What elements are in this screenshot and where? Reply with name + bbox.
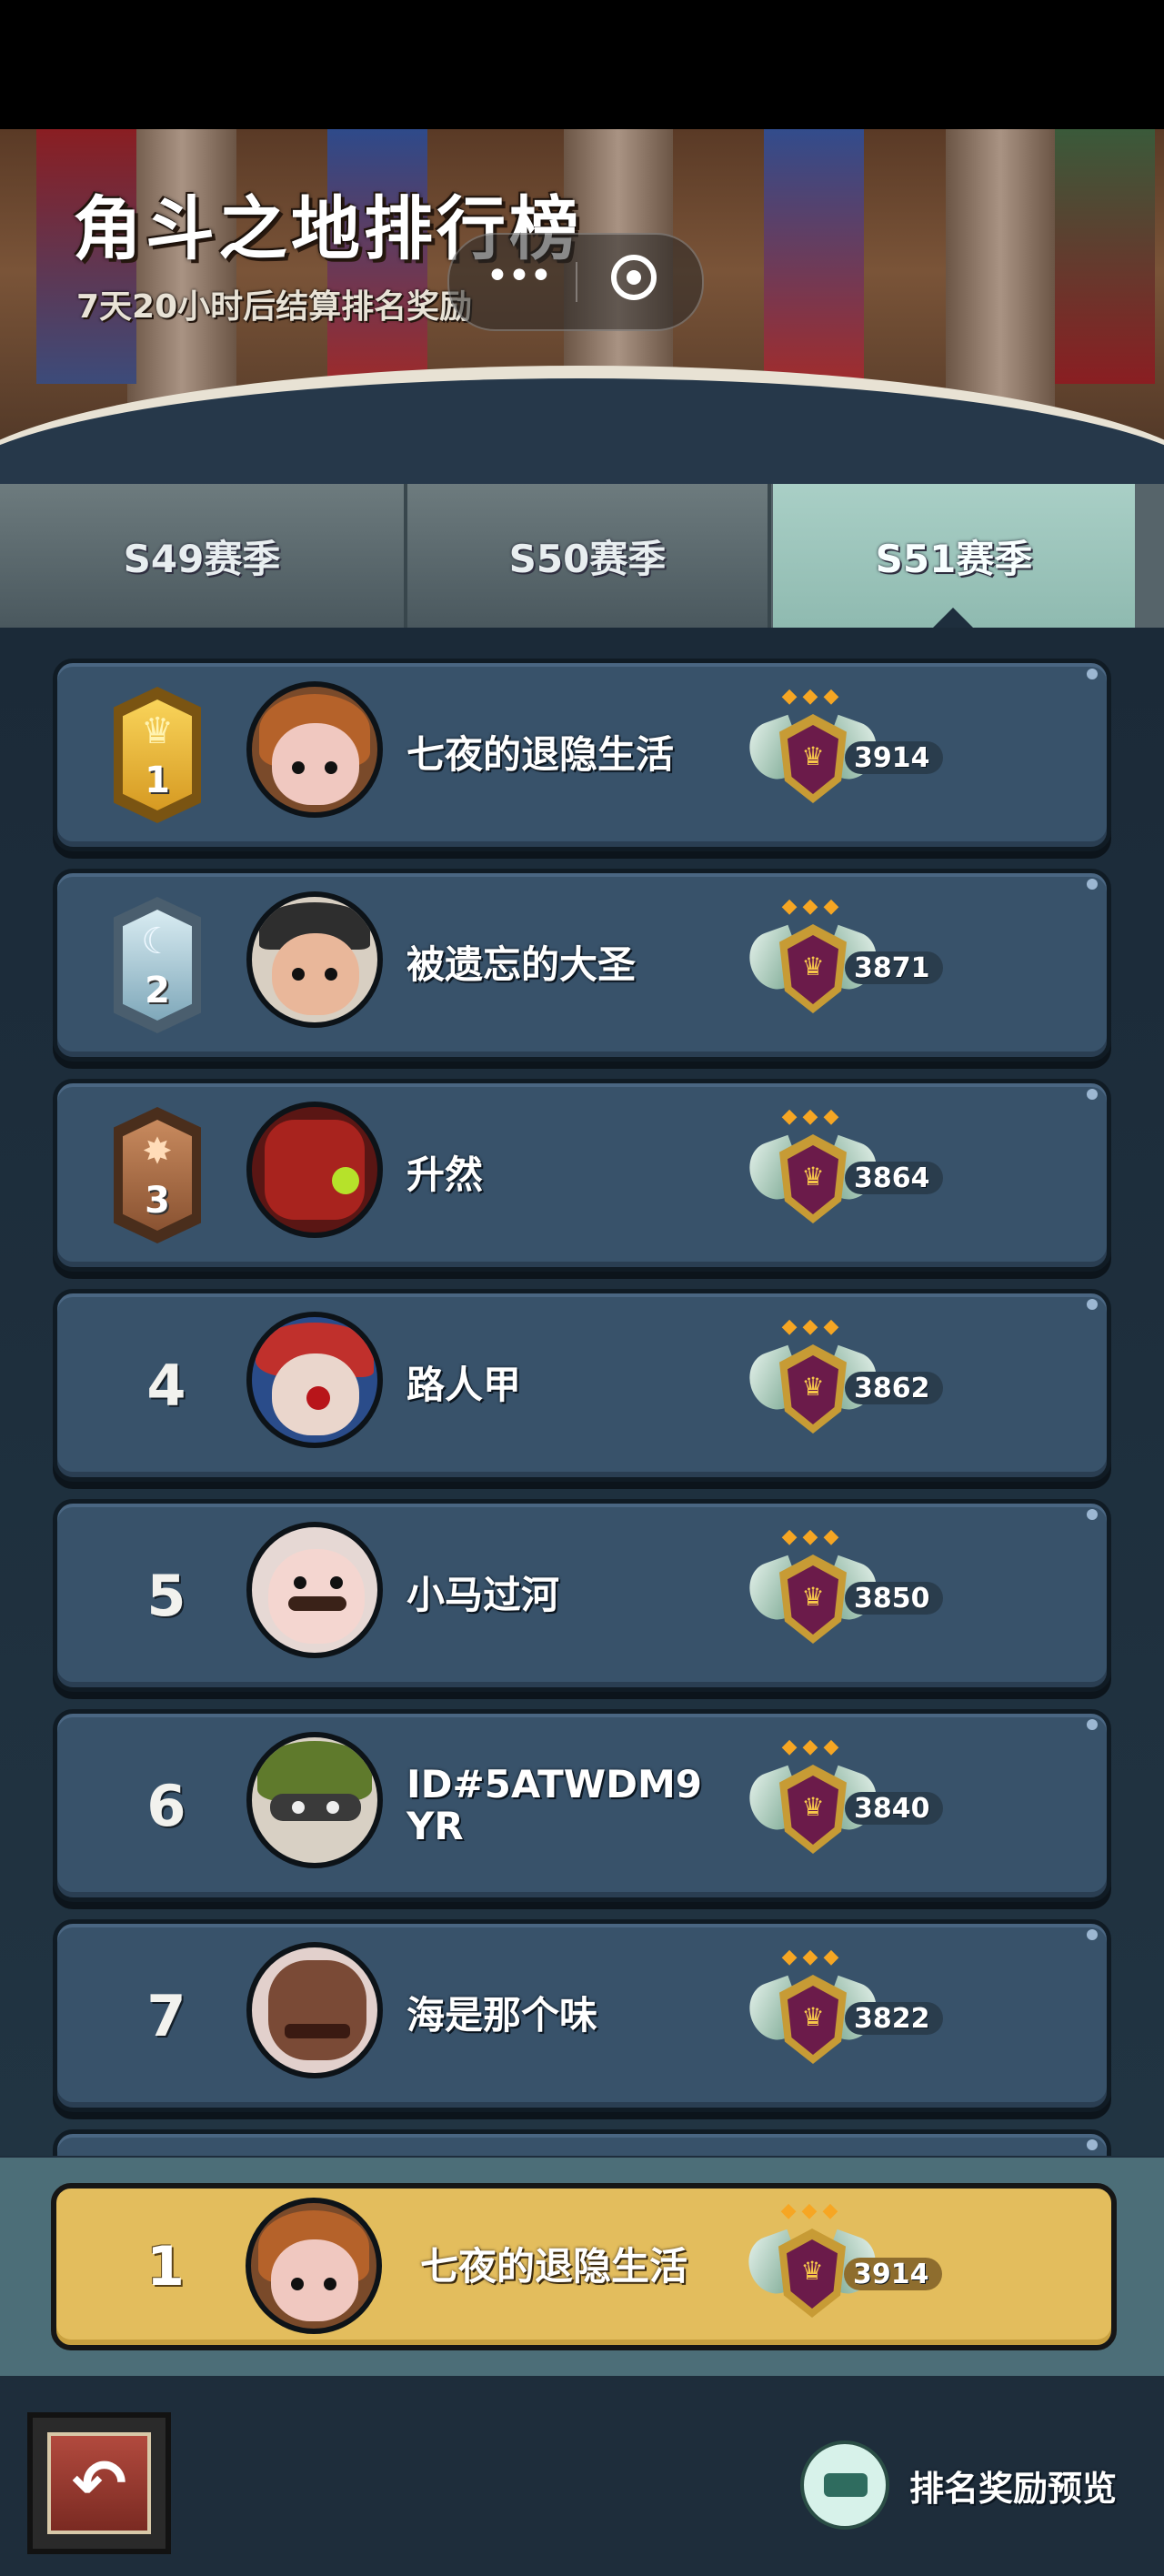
crown-icon: ♛: [801, 2002, 825, 2032]
rank-number: 7: [146, 1982, 186, 2049]
score-value: 3871: [845, 951, 943, 984]
silver-moon-badge: ☾ 2: [114, 897, 201, 1033]
my-player-name: 七夜的退隐生活: [420, 2244, 688, 2289]
ranking-row[interactable]: 6 ID#5ATWDM9YR ◆◆◆ ♛ 3840: [53, 1709, 1111, 1902]
miniprogram-capsule: •••: [447, 233, 704, 331]
corner-dot: [1087, 879, 1098, 890]
corner-dot: [1087, 2139, 1098, 2150]
score-value: 3822: [845, 2002, 943, 2035]
corner-dot: [1087, 1299, 1098, 1310]
crown-icon: ♛: [801, 1582, 825, 1612]
player-name: 被遗忘的大圣: [406, 942, 637, 987]
crown-icon: ♛: [800, 2256, 824, 2286]
reward-preview-button[interactable]: 排名奖励预览: [800, 2440, 1128, 2531]
player-name: 海是那个味: [406, 1993, 598, 2038]
ranking-list[interactable]: ♛ 1 七夜的退隐生活 ◆◆◆ ♛ 3914 ☾ 2 被遗忘的大圣 ◆◆◆ ♛ …: [0, 628, 1164, 2156]
rank-number: 1: [145, 760, 170, 801]
avatar[interactable]: [246, 1732, 383, 1868]
settlement-countdown: 7天20小时后结算排名奖励: [76, 288, 473, 326]
gold-crown-badge: ♛ 1: [114, 687, 201, 823]
star-icon: ◆◆◆: [781, 1315, 845, 1338]
capsule-divider: [576, 262, 577, 302]
target-circle-icon[interactable]: [611, 255, 657, 300]
tab-s49[interactable]: S49赛季: [0, 484, 407, 628]
player-name: 七夜的退隐生活: [406, 732, 675, 777]
corner-dot: [1087, 1509, 1098, 1520]
rank-number: 4: [146, 1352, 186, 1419]
back-arrow-icon: ↶: [47, 2432, 151, 2534]
status-bar: [0, 0, 1164, 129]
ranking-row[interactable]: ✸ 3 升然 ◆◆◆ ♛ 3864: [53, 1079, 1111, 1272]
my-rank-number: 1: [146, 2235, 185, 2299]
banner-flag: [1055, 129, 1155, 384]
rank-number: 3: [145, 1180, 170, 1222]
avatar[interactable]: [246, 1312, 383, 1448]
avatar[interactable]: [246, 1942, 383, 2078]
crown-icon: ♛: [801, 1372, 825, 1402]
star-icon: ✸: [142, 1131, 173, 1172]
corner-dot: [1087, 1089, 1098, 1100]
score-value: 3840: [845, 1792, 943, 1825]
rank-number: 2: [145, 970, 170, 1011]
star-icon: ◆◆◆: [780, 2199, 844, 2222]
season-tabs: S49赛季 S50赛季 S51赛季: [0, 484, 1164, 628]
more-dots-icon[interactable]: •••: [486, 257, 553, 297]
avatar[interactable]: [246, 891, 383, 1028]
avatar[interactable]: [246, 1102, 383, 1238]
score-value: 3850: [845, 1582, 943, 1615]
tab-s50[interactable]: S50赛季: [407, 484, 771, 628]
player-name: ID#5ATWDM9YR: [406, 1762, 703, 1848]
bronze-star-badge: ✸ 3: [114, 1107, 201, 1243]
player-name: 升然: [406, 1152, 484, 1197]
star-icon: ◆◆◆: [781, 685, 845, 708]
player-name: 路人甲: [406, 1363, 522, 1407]
score-value: 3862: [845, 1372, 943, 1404]
my-avatar[interactable]: [246, 2198, 382, 2334]
score-value: 3864: [845, 1162, 943, 1194]
star-icon: ◆◆◆: [781, 1525, 845, 1548]
tab-s51[interactable]: S51赛季: [773, 484, 1135, 628]
crown-icon: ♛: [801, 741, 825, 771]
back-button[interactable]: ↶: [27, 2412, 171, 2554]
star-icon: ◆◆◆: [781, 1105, 845, 1128]
corner-dot: [1087, 1929, 1098, 1940]
star-icon: ◆◆◆: [781, 1736, 845, 1758]
rank-number: 6: [146, 1772, 186, 1839]
my-score-value: 3914: [844, 2258, 942, 2290]
ranking-row[interactable]: 5 小马过河 ◆◆◆ ♛ 3850: [53, 1499, 1111, 1692]
reward-chest-icon: [800, 2440, 889, 2530]
corner-dot: [1087, 669, 1098, 679]
ranking-row[interactable]: ♛ 1 七夜的退隐生活 ◆◆◆ ♛ 3914: [53, 659, 1111, 851]
bottom-bar: ↶ 排名奖励预览: [0, 2376, 1164, 2576]
banner-flag: [764, 129, 864, 384]
crown-icon: ♛: [801, 951, 825, 981]
star-icon: ◆◆◆: [781, 1946, 845, 1968]
corner-dot: [1087, 1719, 1098, 1730]
ranking-row[interactable]: [53, 2129, 1111, 2156]
star-icon: ◆◆◆: [781, 895, 845, 918]
score-value: 3914: [845, 741, 943, 774]
rank-number: 5: [146, 1562, 186, 1629]
crown-icon: ♛: [141, 710, 174, 752]
ranking-row[interactable]: 7 海是那个味 ◆◆◆ ♛ 3822: [53, 1919, 1111, 2112]
crown-icon: ♛: [801, 1792, 825, 1822]
avatar[interactable]: [246, 1522, 383, 1658]
ranking-row[interactable]: 4 路人甲 ◆◆◆ ♛ 3862: [53, 1289, 1111, 1482]
my-rank-panel: 1 七夜的退隐生活 ◆◆◆ ♛ 3914: [0, 2158, 1164, 2376]
moon-icon: ☾: [141, 921, 174, 962]
active-tab-pointer: [933, 608, 973, 628]
player-name: 小马过河: [406, 1573, 560, 1617]
avatar[interactable]: [246, 681, 383, 818]
crown-icon: ♛: [801, 1162, 825, 1192]
reward-preview-label: 排名奖励预览: [909, 2468, 1118, 2509]
my-rank-row[interactable]: 1 七夜的退隐生活 ◆◆◆ ♛ 3914: [51, 2183, 1117, 2350]
ranking-row[interactable]: ☾ 2 被遗忘的大圣 ◆◆◆ ♛ 3871: [53, 869, 1111, 1062]
